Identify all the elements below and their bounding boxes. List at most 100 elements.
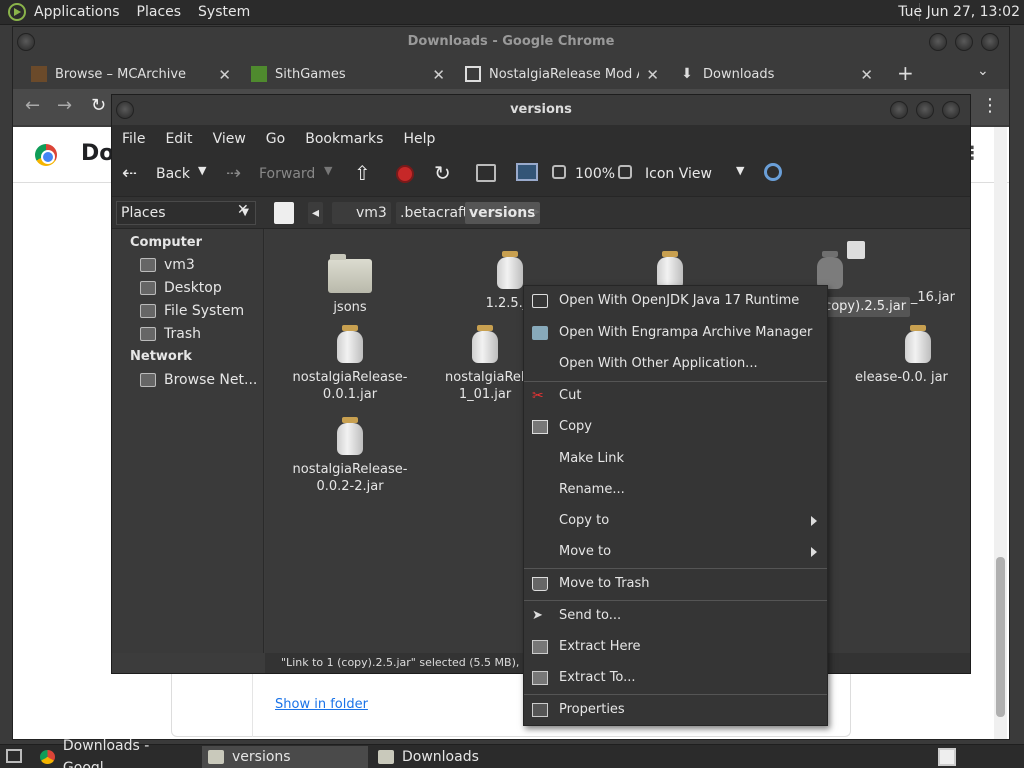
menu-file[interactable]: File [122, 131, 145, 147]
close-tab-icon[interactable]: ✕ [218, 66, 231, 84]
view-mode-select[interactable]: Icon View [645, 166, 712, 182]
menu-item-properties[interactable]: Properties [524, 697, 827, 723]
chrome-titlebar[interactable]: Downloads - Google Chrome [13, 27, 1009, 57]
menu-item-open-with-java[interactable]: Open With OpenJDK Java 17 Runtime [524, 288, 827, 314]
home-icon[interactable] [476, 164, 496, 182]
file-item[interactable]: nostalgiaRele 1_01.jar [445, 325, 525, 403]
menu-applications[interactable]: Applications [34, 4, 120, 20]
menu-help[interactable]: Help [403, 131, 435, 147]
path-crumb-vm3[interactable]: vm3 [332, 202, 391, 224]
forward-history-chevron-icon[interactable]: ▼ [324, 164, 332, 177]
view-mode-chevron-icon[interactable]: ▼ [736, 164, 744, 177]
minimize-button[interactable] [929, 33, 947, 51]
sidebar-item-trash[interactable]: Trash [140, 326, 201, 342]
file-item[interactable]: nostalgiaRelease-0.0.2-2.jar [285, 417, 415, 495]
fm-titlebar[interactable]: versions [112, 95, 970, 125]
close-tab-icon[interactable]: ✕ [860, 66, 873, 84]
show-in-folder-link[interactable]: Show in folder [275, 697, 368, 712]
forward-button[interactable]: Forward [259, 166, 315, 182]
forward-icon[interactable]: ⇢ [226, 163, 241, 184]
close-tab-icon[interactable]: ✕ [432, 66, 445, 84]
download-icon: ⬇ [681, 66, 693, 82]
page-scrollbar-thumb[interactable] [996, 557, 1005, 717]
workspace-switcher[interactable] [938, 748, 956, 766]
menu-item-label: Move to Trash [559, 576, 650, 591]
tab-sithgames[interactable]: SithGames ✕ [251, 59, 445, 89]
tab-downloads[interactable]: ⬇ Downloads ✕ [679, 59, 873, 89]
menu-item-cut[interactable]: ✂ Cut [524, 383, 827, 409]
sidebar-item-filesystem[interactable]: File System [140, 303, 244, 319]
taskbar-item-downloads[interactable]: Downloads [372, 746, 538, 768]
menu-item-open-with-engrampa[interactable]: Open With Engrampa Archive Manager [524, 320, 827, 346]
zoom-in-icon[interactable] [618, 165, 632, 179]
zoom-level[interactable]: 100% [575, 166, 615, 182]
menu-system[interactable]: System [198, 4, 250, 20]
menu-item-extract-here[interactable]: Extract Here [524, 634, 827, 660]
file-item[interactable]: elease-0.0. jar [855, 325, 955, 386]
stop-icon[interactable] [396, 165, 414, 183]
menu-item-make-link[interactable]: Make Link [524, 446, 827, 472]
back-icon[interactable]: ⇠ [122, 163, 137, 184]
menu-item-rename[interactable]: Rename... [524, 477, 827, 503]
sidebar-item-label: Browse Net... [164, 372, 258, 388]
menu-bookmarks[interactable]: Bookmarks [305, 131, 383, 147]
sidebar-item-desktop[interactable]: Desktop [140, 280, 222, 296]
path-crumb-betacraft[interactable]: .betacraft [396, 202, 473, 224]
menu-places[interactable]: Places [137, 4, 182, 20]
taskbar-item-versions[interactable]: versions [202, 746, 368, 768]
mate-menu-icon[interactable] [8, 3, 26, 21]
symlink-emblem-icon [847, 241, 865, 259]
menu-item-copy-to[interactable]: Copy to [524, 508, 827, 534]
taskbar-item-chrome[interactable]: Downloads - Googl... [34, 738, 198, 768]
path-right-arrow-icon[interactable]: ▸ [534, 204, 540, 218]
tab-label: SithGames [275, 66, 346, 82]
forward-arrow-icon[interactable]: → [57, 95, 72, 116]
menu-item-open-with-other[interactable]: Open With Other Application... [524, 351, 827, 377]
menu-edit[interactable]: Edit [165, 131, 192, 147]
new-tab-icon[interactable]: + [897, 61, 914, 85]
menu-item-send-to[interactable]: ➤ Send to... [524, 603, 827, 629]
path-left-arrow-icon[interactable]: ◂ [308, 202, 324, 224]
maximize-button[interactable] [916, 101, 934, 119]
computer-icon[interactable] [516, 163, 538, 181]
menu-view[interactable]: View [213, 131, 246, 147]
maximize-button[interactable] [955, 33, 973, 51]
file-item[interactable]: jsons [285, 253, 415, 316]
sidebar-item-vm3[interactable]: vm3 [140, 257, 195, 273]
reload-icon[interactable]: ↻ [91, 95, 106, 116]
menu-item-move-to[interactable]: Move to [524, 539, 827, 565]
close-tab-icon[interactable]: ✕ [646, 66, 659, 84]
fm-menubar: File Edit View Go Bookmarks Help [112, 125, 970, 153]
sidebar-places-combo[interactable]: Places ▼ [116, 201, 256, 225]
sidebar-item-browse-network[interactable]: Browse Net... [140, 372, 257, 388]
close-button[interactable] [981, 33, 999, 51]
file-item[interactable]: nostalgiaRelease-0.0.1.jar [285, 325, 415, 403]
path-crumb-versions[interactable]: versions [465, 202, 540, 224]
search-icon[interactable] [764, 163, 782, 181]
back-arrow-icon[interactable]: ← [25, 95, 40, 116]
menu-item-extract-to[interactable]: Extract To... [524, 665, 827, 691]
window-menu-button[interactable] [116, 101, 134, 119]
reload-icon[interactable]: ↻ [434, 161, 451, 185]
menu-go[interactable]: Go [266, 131, 285, 147]
tab-nostalgiarelease[interactable]: NostalgiaRelease Mod Ar ✕ [465, 59, 659, 89]
fm-sidebar: Computer vm3 Desktop File System Trash N… [112, 229, 264, 653]
back-button[interactable]: Back [156, 166, 190, 182]
up-icon[interactable]: ⇧ [354, 161, 371, 185]
close-sidebar-icon[interactable]: ✕ [237, 202, 249, 218]
close-button[interactable] [942, 101, 960, 119]
tab-search-chevron-icon[interactable]: ⌄ [977, 63, 989, 79]
back-history-chevron-icon[interactable]: ▼ [198, 164, 206, 177]
window-menu-button[interactable] [17, 33, 35, 51]
chrome-menu-icon[interactable]: ⋮ [981, 95, 999, 116]
menu-item-move-to-trash[interactable]: Move to Trash [524, 571, 827, 597]
selected-file-label[interactable]: (copy).2.5.jar [815, 297, 911, 317]
clock[interactable]: Tue Jun 27, 13:02 [898, 4, 1020, 20]
menu-item-label: Open With Engrampa Archive Manager [559, 325, 813, 340]
zoom-out-icon[interactable] [552, 165, 566, 179]
tab-mcarchive[interactable]: Browse – MCArchive ✕ [31, 59, 231, 89]
minimize-button[interactable] [890, 101, 908, 119]
location-toggle-icon[interactable] [274, 202, 294, 224]
show-desktop-icon[interactable] [6, 749, 22, 763]
menu-item-copy[interactable]: Copy [524, 414, 827, 440]
